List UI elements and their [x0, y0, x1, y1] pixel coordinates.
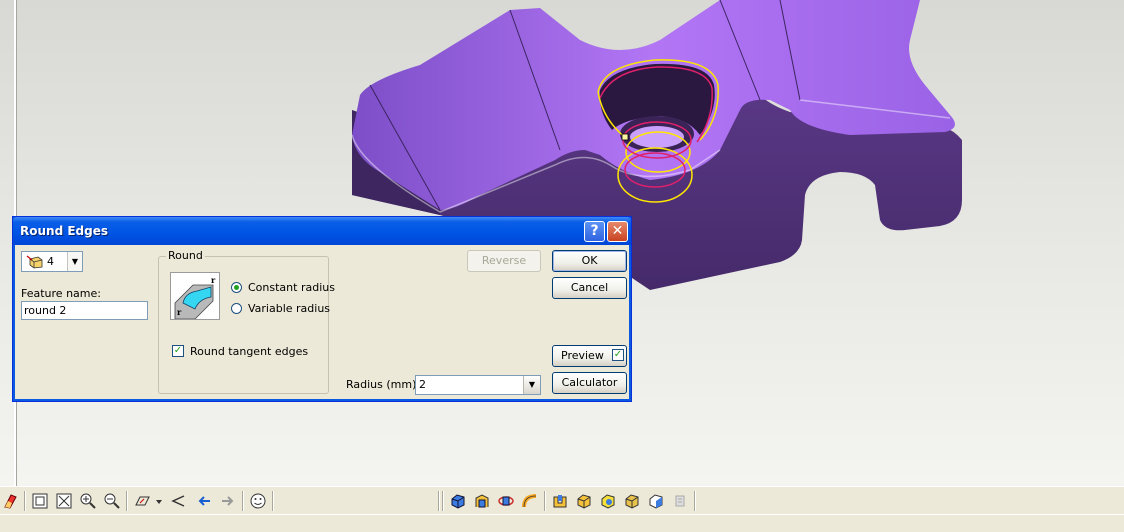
- zoom-in-icon[interactable]: [80, 493, 96, 509]
- cube-icon[interactable]: [600, 493, 616, 509]
- solid-box-icon[interactable]: [624, 493, 640, 509]
- wireframe-box-icon[interactable]: [648, 493, 664, 509]
- view-dropdown-icon[interactable]: [154, 493, 164, 509]
- reverse-button[interactable]: Reverse: [467, 250, 541, 272]
- zoom-window-icon[interactable]: [56, 493, 72, 509]
- ok-button[interactable]: OK: [552, 250, 627, 272]
- dialog-titlebar[interactable]: Round Edges ? ✕: [13, 217, 631, 245]
- toolbar-separator: [272, 491, 274, 511]
- toolbar-separator: [24, 491, 26, 511]
- chevron-down-icon[interactable]: ▼: [523, 376, 540, 394]
- status-bar: [0, 514, 1124, 532]
- toolbar-separator: [242, 491, 244, 511]
- dialog-title: Round Edges: [20, 224, 108, 238]
- cancel-button[interactable]: Cancel: [552, 277, 627, 299]
- chevron-down-icon[interactable]: ▼: [67, 252, 82, 271]
- feature-name-label: Feature name:: [21, 287, 101, 300]
- eraser-icon[interactable]: [2, 493, 18, 509]
- extrude-icon[interactable]: [474, 493, 490, 509]
- zoom-fit-icon[interactable]: [32, 493, 48, 509]
- revolve-icon[interactable]: [498, 493, 514, 509]
- round-tangent-edges-label: Round tangent edges: [190, 345, 309, 358]
- radius-value: 2: [419, 378, 426, 391]
- feature-selector-value: 4: [47, 255, 54, 268]
- sweep-icon[interactable]: [522, 493, 538, 509]
- constant-radius-radio[interactable]: [231, 282, 242, 293]
- round-tangent-edges-checkbox[interactable]: ✓: [172, 345, 184, 357]
- radius-label: Radius (mm):: [346, 378, 421, 391]
- svg-text:r: r: [211, 275, 216, 285]
- round-group-label: Round: [166, 249, 205, 262]
- shaded-box-icon[interactable]: [450, 493, 466, 509]
- toolbar-separator: [544, 491, 546, 511]
- smiley-icon[interactable]: [250, 493, 266, 509]
- close-icon[interactable]: ✕: [607, 221, 628, 242]
- preview-checkbox[interactable]: ✓: [612, 349, 624, 361]
- view-next-icon[interactable]: [220, 493, 236, 509]
- round-feature-icon: [26, 255, 43, 269]
- toolbar-separator: [694, 491, 696, 511]
- disabled-tool-icon: [675, 495, 685, 507]
- toolbar-separator: [442, 491, 444, 511]
- bottom-toolbar: [0, 486, 1124, 515]
- variable-radius-radio[interactable]: [231, 303, 242, 314]
- dialog-client: 4 ▼ Feature name: Round r r Constant rad…: [16, 245, 628, 398]
- round-edges-dialog: Round Edges ? ✕ 4 ▼ Feature name: Round …: [12, 216, 632, 402]
- view-plane-icon[interactable]: [134, 493, 150, 509]
- view-back-icon[interactable]: [170, 493, 186, 509]
- radius-select[interactable]: 2 ▼: [415, 375, 541, 395]
- calculator-button[interactable]: Calculator: [552, 372, 627, 394]
- feature-name-input[interactable]: [21, 301, 148, 320]
- view-previous-icon[interactable]: [196, 493, 212, 509]
- shell-icon[interactable]: [552, 493, 568, 509]
- help-icon[interactable]: ?: [584, 221, 605, 242]
- zoom-out-icon[interactable]: [104, 493, 120, 509]
- constant-radius-label: Constant radius: [248, 281, 335, 294]
- box-icon[interactable]: [576, 493, 592, 509]
- preview-label: Preview: [561, 349, 604, 362]
- feature-selector[interactable]: 4 ▼: [21, 251, 83, 272]
- round-preview-icon: r r: [170, 272, 220, 320]
- toolbar-separator: [438, 491, 440, 511]
- variable-radius-label: Variable radius: [248, 302, 331, 315]
- toolbar-separator: [126, 491, 128, 511]
